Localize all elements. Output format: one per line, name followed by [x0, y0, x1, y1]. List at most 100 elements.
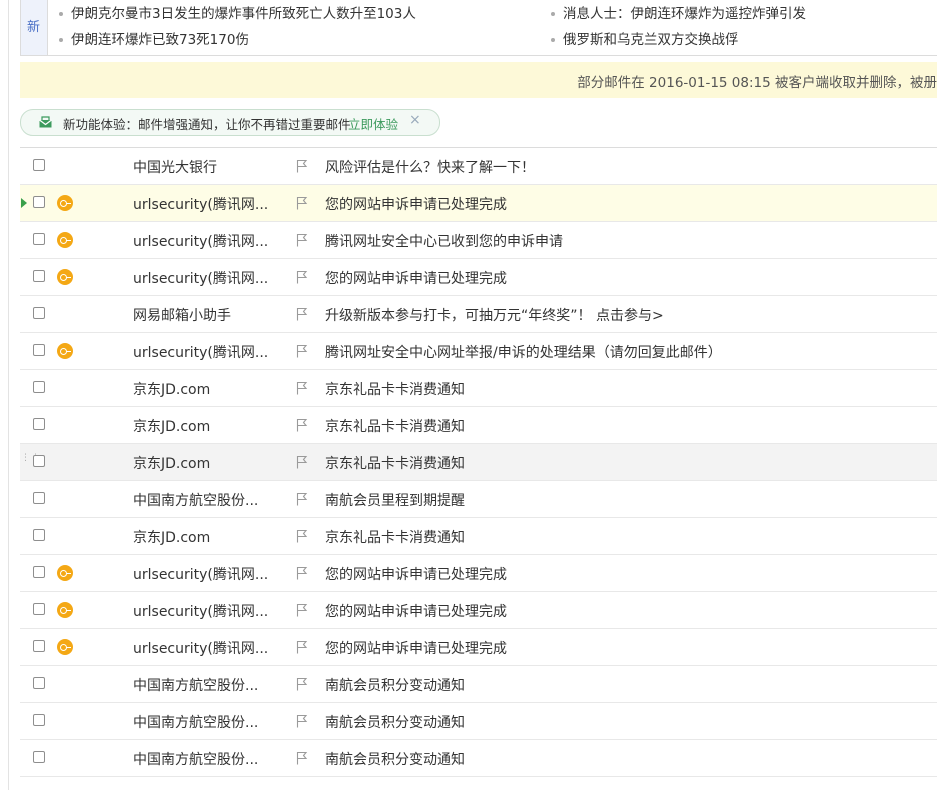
flag-icon[interactable] — [296, 159, 308, 173]
mail-checkbox[interactable] — [33, 455, 45, 467]
mail-row[interactable]: 中国光大银行 风险评估是什么？快来了解一下！ — [20, 148, 937, 185]
mail-sender[interactable]: urlsecurity(腾讯网... — [133, 601, 268, 621]
flag-icon[interactable] — [296, 344, 308, 358]
flag-icon[interactable] — [296, 603, 308, 617]
try-now-link[interactable]: 立即体验 — [348, 114, 398, 133]
mail-row[interactable]: ⋮⋮ 京东JD.com 京东礼品卡卡消费通知 — [20, 444, 937, 481]
mail-sender[interactable]: 京东JD.com — [133, 379, 210, 399]
news-headline[interactable]: 伊朗连环爆炸已致73死170伤 — [59, 28, 249, 48]
mail-sender[interactable]: urlsecurity(腾讯网... — [133, 268, 268, 288]
mail-sender[interactable]: 中国光大银行 — [133, 157, 217, 177]
mail-row[interactable]: 京东JD.com 京东礼品卡卡消费通知 — [20, 407, 937, 444]
mail-row[interactable]: 京东JD.com 京东礼品卡卡消费通知 — [20, 518, 937, 555]
mail-checkbox[interactable] — [33, 751, 45, 763]
news-tag: · 新 — [21, 0, 48, 55]
mail-checkbox[interactable] — [33, 492, 45, 504]
mail-row[interactable]: 中国南方航空股份... 南航会员积分变动通知 — [20, 666, 937, 703]
mail-checkbox[interactable] — [33, 714, 45, 726]
mail-subject[interactable]: 京东礼品卡卡消费通知 — [325, 527, 465, 547]
mail-checkbox[interactable] — [33, 233, 45, 245]
flag-icon[interactable] — [296, 751, 308, 765]
mail-sender[interactable]: 京东JD.com — [133, 527, 210, 547]
flag-icon[interactable] — [296, 381, 308, 395]
mail-sender[interactable]: urlsecurity(腾讯网... — [133, 564, 268, 584]
mail-subject[interactable]: 您的网站申诉申请已处理完成 — [325, 194, 507, 214]
mail-checkbox[interactable] — [33, 418, 45, 430]
mail-sender[interactable]: urlsecurity(腾讯网... — [133, 342, 268, 362]
mail-sender[interactable]: 中国南方航空股份... — [133, 712, 258, 732]
flag-icon[interactable] — [296, 418, 308, 432]
mail-checkbox[interactable] — [33, 344, 45, 356]
feature-promo-text: 新功能体验：邮件增强通知，让你不再错过重要邮件 — [63, 117, 351, 132]
mail-subject[interactable]: 腾讯网址安全中心网址举报/申诉的处理结果（请勿回复此邮件） — [325, 342, 722, 362]
mail-subject[interactable]: 京东礼品卡卡消费通知 — [325, 453, 465, 473]
mail-row[interactable]: urlsecurity(腾讯网... 您的网站申诉申请已处理完成 — [20, 555, 937, 592]
flag-icon[interactable] — [296, 566, 308, 580]
flag-icon[interactable] — [296, 640, 308, 654]
news-headline-text[interactable]: 伊朗克尔曼市3日发生的爆炸事件所致死亡人数升至103人 — [71, 6, 416, 22]
news-headline-text[interactable]: 伊朗连环爆炸已致73死170伤 — [71, 32, 249, 48]
mail-sender[interactable]: 中国南方航空股份... — [133, 675, 258, 695]
mail-checkbox[interactable] — [33, 566, 45, 578]
mail-checkbox[interactable] — [33, 640, 45, 652]
mail-sender[interactable]: urlsecurity(腾讯网... — [133, 231, 268, 251]
key-icon — [57, 343, 73, 359]
mail-checkbox[interactable] — [33, 159, 45, 171]
mail-row[interactable]: 京东JD.com 京东礼品卡卡消费通知 — [20, 370, 937, 407]
mail-row[interactable]: urlsecurity(腾讯网... 您的网站申诉申请已处理完成 — [20, 185, 937, 222]
news-headline[interactable]: 消息人士：伊朗连环爆炸为遥控炸弹引发 — [551, 2, 806, 22]
mail-sender[interactable]: urlsecurity(腾讯网... — [133, 194, 268, 214]
mail-row[interactable]: urlsecurity(腾讯网... 您的网站申诉申请已处理完成 — [20, 592, 937, 629]
mail-subject[interactable]: 南航会员积分变动通知 — [325, 749, 465, 769]
mail-sender[interactable]: 中国南方航空股份... — [133, 490, 258, 510]
mail-checkbox[interactable] — [33, 381, 45, 393]
mail-row[interactable]: 网易邮箱小助手 升级新版本参与打卡，可抽万元“年终奖”！ 点击参与> — [20, 296, 937, 333]
news-headline[interactable]: 俄罗斯和乌克兰双方交换战俘 — [551, 28, 739, 48]
mail-subject[interactable]: 南航会员里程到期提醒 — [325, 490, 465, 510]
flag-icon[interactable] — [296, 270, 308, 284]
mail-checkbox[interactable] — [33, 270, 45, 282]
mail-checkbox[interactable] — [33, 307, 45, 319]
flag-icon[interactable] — [296, 196, 308, 210]
mail-row[interactable]: 中国南方航空股份... 南航会员积分变动通知 — [20, 740, 937, 777]
mail-subject[interactable]: 您的网站申诉申请已处理完成 — [325, 268, 507, 288]
mail-checkbox[interactable] — [33, 196, 45, 208]
flag-icon[interactable] — [296, 714, 308, 728]
mail-subject[interactable]: 升级新版本参与打卡，可抽万元“年终奖”！ 点击参与> — [325, 305, 664, 325]
close-icon[interactable]: × — [409, 112, 421, 128]
mail-row[interactable]: urlsecurity(腾讯网... 腾讯网址安全中心已收到您的申诉申请 — [20, 222, 937, 259]
mail-subject[interactable]: 南航会员积分变动通知 — [325, 712, 465, 732]
mail-subject[interactable]: 京东礼品卡卡消费通知 — [325, 379, 465, 399]
flag-icon[interactable] — [296, 455, 308, 469]
key-icon — [57, 639, 73, 655]
mail-row[interactable]: urlsecurity(腾讯网... 您的网站申诉申请已处理完成 — [20, 629, 937, 666]
left-divider — [8, 0, 9, 790]
mail-sender[interactable]: 中国南方航空股份... — [133, 749, 258, 769]
flag-icon[interactable] — [296, 233, 308, 247]
mail-subject[interactable]: 京东礼品卡卡消费通知 — [325, 416, 465, 436]
mail-checkbox[interactable] — [33, 529, 45, 541]
mail-row[interactable]: 中国南方航空股份... 南航会员里程到期提醒 — [20, 481, 937, 518]
mail-row[interactable]: 中国南方航空股份... 南航会员积分变动通知 — [20, 703, 937, 740]
mail-subject[interactable]: 南航会员积分变动通知 — [325, 675, 465, 695]
news-headline-text[interactable]: 俄罗斯和乌克兰双方交换战俘 — [563, 32, 739, 48]
flag-icon[interactable] — [296, 529, 308, 543]
mail-sender[interactable]: 京东JD.com — [133, 453, 210, 473]
flag-icon[interactable] — [296, 307, 308, 321]
mail-subject[interactable]: 腾讯网址安全中心已收到您的申诉申请 — [325, 231, 563, 251]
mail-subject[interactable]: 您的网站申诉申请已处理完成 — [325, 638, 507, 658]
mail-sender[interactable]: urlsecurity(腾讯网... — [133, 638, 268, 658]
mail-subject[interactable]: 您的网站申诉申请已处理完成 — [325, 601, 507, 621]
mail-sender[interactable]: 网易邮箱小助手 — [133, 305, 231, 325]
mail-row[interactable]: urlsecurity(腾讯网... 您的网站申诉申请已处理完成 — [20, 259, 937, 296]
mail-subject[interactable]: 风险评估是什么？快来了解一下！ — [325, 157, 535, 177]
flag-icon[interactable] — [296, 677, 308, 691]
flag-icon[interactable] — [296, 492, 308, 506]
mail-checkbox[interactable] — [33, 603, 45, 615]
mail-row[interactable]: urlsecurity(腾讯网... 腾讯网址安全中心网址举报/申诉的处理结果（请… — [20, 333, 937, 370]
news-headline[interactable]: 伊朗克尔曼市3日发生的爆炸事件所致死亡人数升至103人 — [59, 2, 416, 22]
mail-subject[interactable]: 您的网站申诉申请已处理完成 — [325, 564, 507, 584]
news-headline-text[interactable]: 消息人士：伊朗连环爆炸为遥控炸弹引发 — [563, 6, 806, 22]
mail-sender[interactable]: 京东JD.com — [133, 416, 210, 436]
mail-checkbox[interactable] — [33, 677, 45, 689]
